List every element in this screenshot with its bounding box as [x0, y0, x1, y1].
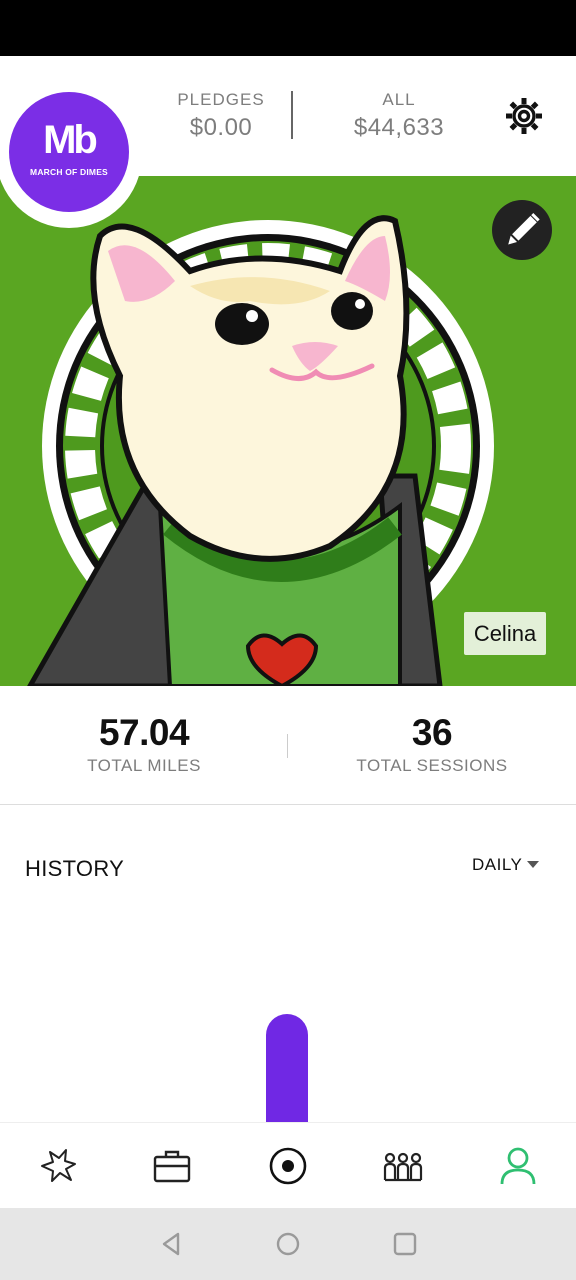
cat-avatar-illustration	[27, 215, 494, 686]
briefcase-icon[interactable]	[150, 1144, 194, 1188]
pencil-icon	[508, 213, 540, 245]
header-divider	[291, 91, 293, 139]
total-miles-label: TOTAL MILES	[87, 756, 201, 775]
edit-photo-button[interactable]	[492, 200, 552, 260]
back-icon[interactable]	[158, 1230, 186, 1258]
logo-text: MARCH OF DIMES	[30, 167, 108, 177]
total-sessions-stat: 36 TOTAL SESSIONS	[307, 712, 557, 776]
march-of-dimes-logo: Mb MARCH OF DIMES	[9, 92, 129, 212]
recents-icon[interactable]	[391, 1230, 419, 1258]
profile-icon[interactable]	[496, 1144, 540, 1188]
activity-icon[interactable]	[36, 1144, 80, 1188]
all-value: $44,633	[353, 114, 445, 141]
home-icon[interactable]	[274, 1230, 302, 1258]
total-miles-value: 57.04	[98, 712, 190, 753]
status-bar	[0, 0, 576, 56]
profile-name-tag: Celina	[464, 612, 546, 655]
profile-photo	[0, 176, 576, 686]
record-icon[interactable]	[266, 1144, 310, 1188]
history-bar[interactable]	[266, 1014, 308, 1124]
logo-mark: Mb	[43, 118, 98, 162]
total-miles-stat: 57.04 TOTAL MILES	[19, 712, 269, 776]
pledges-label: PLEDGES	[177, 90, 265, 109]
pledges-value: $0.00	[189, 114, 253, 141]
history-title: HISTORY	[25, 856, 125, 881]
all-summary: ALL $44,633	[319, 90, 479, 142]
total-sessions-value: 36	[411, 712, 453, 753]
teams-icon[interactable]	[381, 1144, 425, 1188]
caret-down-icon[interactable]	[527, 861, 539, 868]
pledges-summary: PLEDGES $0.00	[141, 90, 301, 142]
period-dropdown[interactable]: DAILY	[472, 855, 522, 875]
all-label: ALL	[382, 90, 416, 109]
section-divider	[0, 804, 576, 805]
gear-icon[interactable]	[502, 94, 546, 138]
total-sessions-label: TOTAL SESSIONS	[356, 756, 508, 775]
stats-divider	[287, 734, 288, 758]
